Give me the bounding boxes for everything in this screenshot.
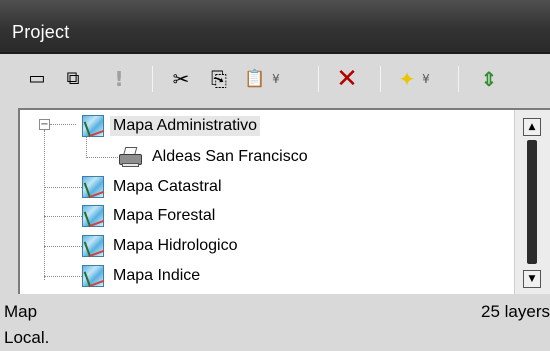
tree-item-label: Mapa Forestal (113, 207, 216, 224)
map-layer-icon (82, 205, 104, 227)
toolbar: ▭ ⧉ ! ✂ ⎘ 📋 ¥ ✕ ✦ ¥ ⇕ (0, 56, 550, 102)
properties-icon[interactable]: ! (104, 64, 134, 94)
tree-item-mapa-hidrologico[interactable]: Mapa Hidrologico (82, 232, 241, 260)
tree-line (44, 276, 82, 277)
map-layer-icon (82, 235, 104, 257)
paste-dropdown-icon[interactable]: ¥ (268, 64, 284, 94)
tree-item-label: Aldeas San Francisco (152, 148, 308, 165)
tree-item-label: Mapa Catastral (113, 178, 222, 195)
collapse-toggle[interactable]: − (39, 119, 50, 130)
refresh-icon[interactable]: ⇕ (474, 64, 504, 94)
tree-item-mapa-forestal[interactable]: Mapa Forestal (82, 202, 218, 230)
printer-icon (118, 146, 144, 168)
maximize-window-icon[interactable]: ⧉ (58, 64, 88, 94)
toolbar-separator (318, 66, 319, 92)
vertical-scrollbar[interactable]: ▲ ▼ (514, 110, 550, 294)
add-dropdown-icon[interactable]: ¥ (418, 64, 434, 94)
tree-item-mapa-catastral[interactable]: Mapa Catastral (82, 173, 225, 201)
tree-item-mapa-administrativo[interactable]: Mapa Administrativo (82, 112, 261, 140)
toolbar-separator (380, 66, 381, 92)
tree-line (44, 130, 45, 280)
tree-item-aldeas-san-francisco[interactable]: Aldeas San Francisco (118, 143, 311, 171)
scroll-down-button[interactable]: ▼ (523, 270, 541, 288)
tree-line (44, 187, 82, 188)
restore-window-icon[interactable]: ▭ (22, 64, 52, 94)
status-location: Local. (4, 328, 50, 347)
tree-line (44, 246, 82, 247)
toolbar-separator (458, 66, 459, 92)
window-title: Project (12, 22, 70, 42)
tree-item-label: Mapa Indice (113, 267, 201, 284)
tree-item-mapa-indice[interactable]: Mapa Indice (82, 262, 203, 290)
tree-line (86, 157, 118, 158)
status-bar: Map 25 layers Local. (0, 298, 550, 351)
delete-icon[interactable]: ✕ (332, 64, 362, 94)
map-layer-icon (82, 115, 104, 137)
tree-line (50, 124, 76, 125)
layer-count: 25 layers (481, 302, 550, 321)
tree-item-label: Mapa Hidrologico (113, 237, 238, 254)
toolbar-separator (152, 66, 153, 92)
map-layer-icon (82, 176, 104, 198)
title-bar[interactable]: Project (0, 0, 550, 54)
project-panel: Project ▭ ⧉ ! ✂ ⎘ 📋 ¥ ✕ ✦ ¥ ⇕ − Mapa Adm… (0, 0, 550, 351)
tree-line (44, 216, 82, 217)
scroll-up-button[interactable]: ▲ (523, 118, 541, 136)
tree-item-label: Mapa Administrativo (110, 116, 261, 136)
tree-content: − Mapa Administrativo Aldeas San Francis… (20, 110, 512, 294)
map-layer-icon (82, 265, 104, 287)
layer-tree[interactable]: − Mapa Administrativo Aldeas San Francis… (18, 108, 550, 294)
status-type: Map (4, 302, 38, 321)
cut-icon[interactable]: ✂ (166, 64, 196, 94)
scroll-thumb[interactable] (527, 140, 537, 264)
paste-icon[interactable]: 📋 (240, 64, 270, 94)
copy-icon[interactable]: ⎘ (204, 64, 234, 94)
